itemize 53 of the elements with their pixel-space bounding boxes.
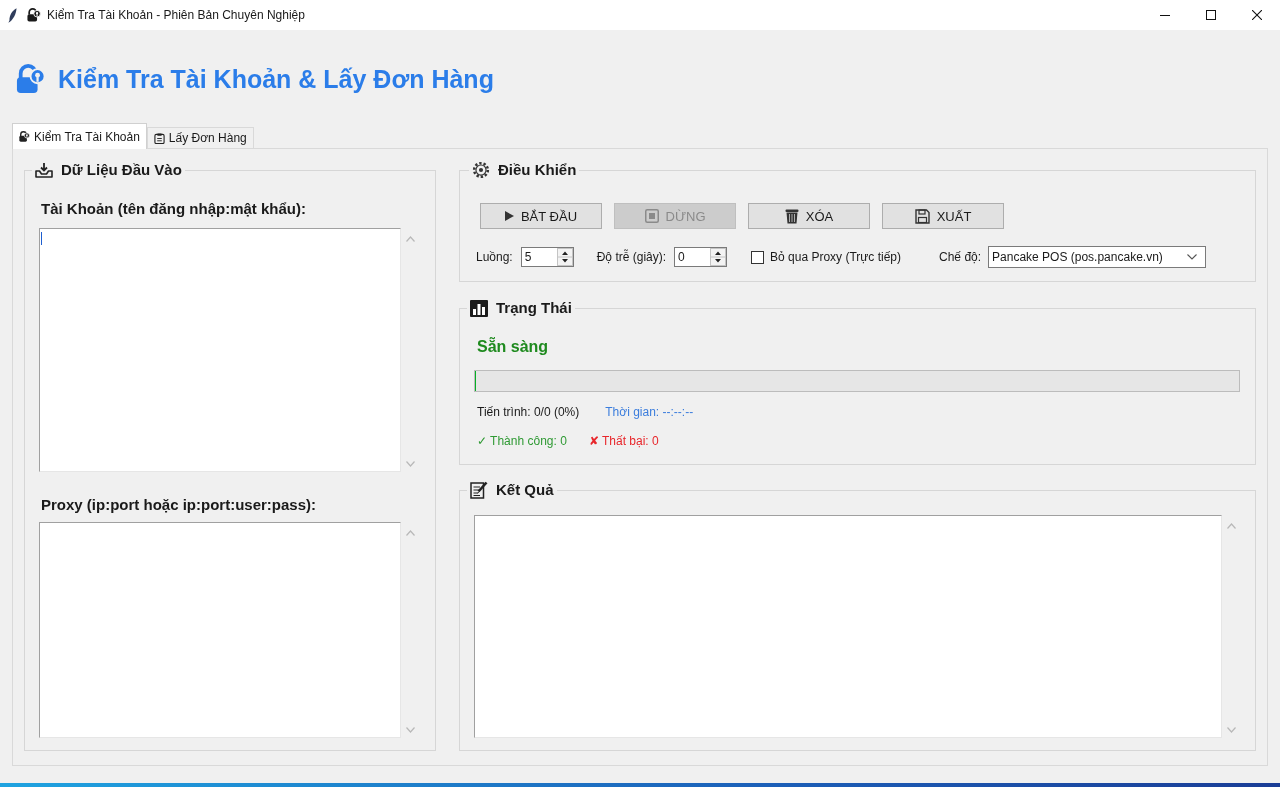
threads-spinbox[interactable]: 5 <box>520 247 574 267</box>
lock-key-icon <box>16 64 46 94</box>
failed-count: ✘ Thất bại: 0 <box>588 433 659 449</box>
group-title: Trạng Thái <box>496 298 572 318</box>
spin-arrows-icon[interactable] <box>710 248 727 266</box>
trash-icon <box>784 208 799 224</box>
checkbox[interactable] <box>751 250 765 264</box>
notepad-pencil-icon <box>470 481 488 499</box>
action-button[interactable]: BẮT ĐẦU <box>480 203 602 229</box>
minimize-icon[interactable] <box>1160 14 1170 16</box>
maximize-icon[interactable] <box>1206 10 1216 20</box>
chevron-up-icon[interactable] <box>405 530 415 536</box>
mode-label: Chế độ: <box>939 250 982 264</box>
lock-key-icon <box>27 8 41 22</box>
text-area[interactable] <box>39 228 401 472</box>
group-title: Dữ Liệu Đầu Vào <box>61 160 182 180</box>
play-icon <box>504 211 514 221</box>
field-label: Tài Khoản (tên đăng nhập:mật khẩu): <box>41 200 306 218</box>
close-icon[interactable] <box>1252 10 1262 20</box>
progress-text: Tiến trình: 0/0 (0%) <box>477 404 580 420</box>
bar-chart-icon <box>470 299 488 317</box>
clipboard-icon <box>153 132 165 144</box>
stop-icon <box>644 209 659 223</box>
text-area[interactable] <box>39 522 401 738</box>
mode-dropdown[interactable]: Pancake POS (pos.pancake.vn) <box>988 246 1207 268</box>
results-text-area[interactable] <box>474 515 1222 738</box>
gear-icon <box>472 161 490 179</box>
group-title: Điều Khiển <box>498 160 577 180</box>
action-button[interactable]: XÓA <box>748 203 870 229</box>
lock-key-icon <box>19 131 30 142</box>
chevron-down-icon[interactable] <box>405 727 415 733</box>
group-title: Kết Quả <box>496 480 554 500</box>
inbox-tray-icon <box>35 162 53 178</box>
field-label: Proxy (ip:port hoặc ip:port:user:pass): <box>41 496 317 514</box>
chevron-down-icon[interactable] <box>1226 727 1236 733</box>
tab[interactable]: Kiểm Tra Tài Khoản <box>12 123 147 149</box>
status-text: Sẵn sàng <box>477 337 549 357</box>
delay-spinbox[interactable]: 0 <box>674 247 728 267</box>
app-heading: Kiểm Tra Tài Khoản & Lấy Đơn Hàng <box>58 64 494 94</box>
tab[interactable]: Lấy Đơn Hàng <box>146 127 254 148</box>
success-count: ✓ Thành công: 0 <box>477 433 567 449</box>
threads-label: Luồng: <box>476 250 513 264</box>
chevron-down-icon[interactable] <box>405 461 415 467</box>
chevron-down-icon <box>1187 254 1198 260</box>
checkbox-label: Bỏ qua Proxy (Trực tiếp) <box>770 250 902 264</box>
feather-icon <box>8 7 17 23</box>
chevron-up-icon[interactable] <box>405 236 415 242</box>
spin-arrows-icon[interactable] <box>556 248 573 266</box>
window-title: Kiểm Tra Tài Khoản - Phiên Bản Chuyên Nghiệp <box>47 8 305 22</box>
delay-label: Độ trễ (giây): <box>596 250 667 264</box>
action-button[interactable]: XUẤT <box>882 203 1004 229</box>
chevron-up-icon[interactable] <box>1226 523 1236 529</box>
elapsed-time-text: Thời gian: --:--:-- <box>605 404 694 420</box>
